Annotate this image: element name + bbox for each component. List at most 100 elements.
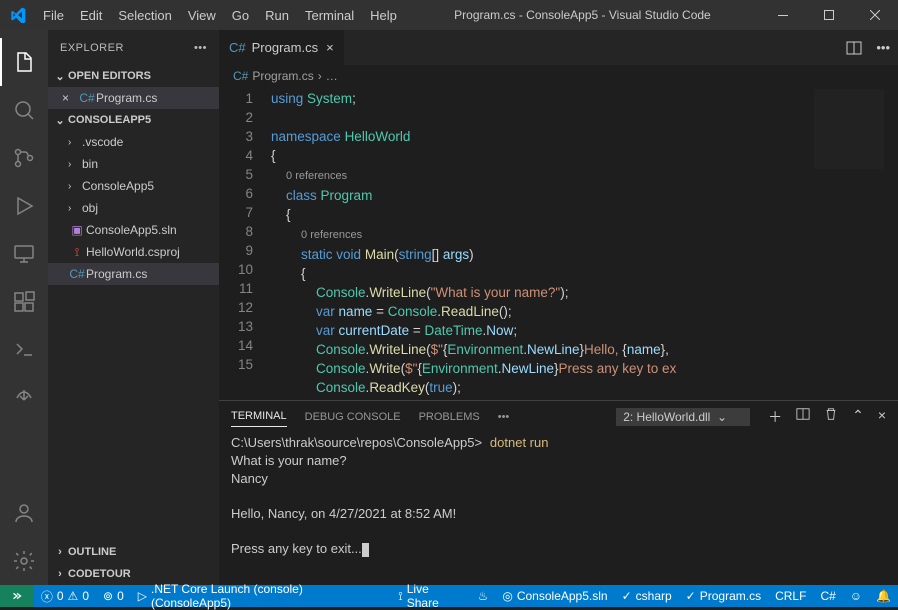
titlebar: File Edit Selection View Go Run Terminal… xyxy=(0,0,898,30)
file-item[interactable]: ⟟HelloWorld.csproj xyxy=(48,241,219,263)
close-icon[interactable]: × xyxy=(326,40,334,55)
language-mode[interactable]: C# xyxy=(813,585,842,607)
editor-area: C# Program.cs × ••• C# Program.cs › … 12… xyxy=(219,30,898,585)
close-panel-icon[interactable]: × xyxy=(878,407,886,427)
terminal-select[interactable]: 2: HelloWorld.dll ⌄ xyxy=(616,408,750,426)
open-editor-item[interactable]: × C# Program.cs xyxy=(48,87,219,109)
lang-server-indicator[interactable]: ✓csharp xyxy=(615,585,679,607)
broadcast-icon: ⟟ xyxy=(398,589,402,604)
chevron-right-icon: › xyxy=(68,203,82,214)
menu-file[interactable]: File xyxy=(35,8,72,23)
remote-explorer-icon[interactable] xyxy=(0,230,48,278)
menu-terminal[interactable]: Terminal xyxy=(297,8,362,23)
bottom-panel: TERMINAL DEBUG CONSOLE PROBLEMS ••• 2: H… xyxy=(219,400,898,585)
eol-indicator[interactable]: CRLF xyxy=(768,585,813,607)
menu-run[interactable]: Run xyxy=(257,8,297,23)
maximize-button[interactable] xyxy=(806,0,852,30)
explorer-sidebar: EXPLORER ••• ⌄OPEN EDITORS × C# Program.… xyxy=(48,30,219,585)
menu-go[interactable]: Go xyxy=(224,8,257,23)
open-editor-name: Program.cs xyxy=(96,91,157,105)
chevron-down-icon: ⌄ xyxy=(52,70,68,83)
csharp-file-icon: C# xyxy=(229,40,246,55)
folder-item[interactable]: ›ConsoleApp5 xyxy=(48,175,219,197)
close-button[interactable] xyxy=(852,0,898,30)
check-icon: ✓ xyxy=(622,589,632,603)
chevron-right-icon: › xyxy=(318,69,322,83)
split-editor-icon[interactable] xyxy=(846,40,862,56)
run-debug-icon[interactable] xyxy=(0,182,48,230)
folder-item[interactable]: ›.vscode xyxy=(48,131,219,153)
live-share[interactable]: ⟟Live Share xyxy=(391,585,470,607)
maximize-panel-icon[interactable]: ⌃ xyxy=(852,407,864,427)
minimap[interactable] xyxy=(814,89,884,169)
terminal-output[interactable]: C:\Users\thrak\source\repos\ConsoleApp5>… xyxy=(219,432,898,585)
problems-indicator[interactable]: ⓧ0⚠0 xyxy=(34,585,96,607)
warning-icon: ⚠ xyxy=(68,589,79,603)
flame-icon: ♨ xyxy=(478,589,489,603)
flame-indicator[interactable]: ♨ xyxy=(471,585,496,607)
split-terminal-icon[interactable] xyxy=(796,407,810,427)
terminal-tab-icon[interactable] xyxy=(0,326,48,374)
account-icon[interactable] xyxy=(0,489,48,537)
breadcrumb[interactable]: C# Program.cs › … xyxy=(219,65,898,87)
csharp-file-icon: C# xyxy=(68,267,86,281)
sln-indicator[interactable]: ◎ConsoleApp5.sln xyxy=(495,585,614,607)
csharp-file-icon: C# xyxy=(78,91,96,105)
file-item[interactable]: ▣ConsoleApp5.sln xyxy=(48,219,219,241)
notifications-icon[interactable]: 🔔 xyxy=(869,585,898,607)
more-icon[interactable]: ••• xyxy=(194,42,207,54)
code-editor[interactable]: 123456789101112131415 using System; name… xyxy=(219,87,898,400)
csproj-file-icon: ⟟ xyxy=(68,245,86,260)
open-editors-section[interactable]: ⌄OPEN EDITORS xyxy=(48,65,219,87)
file-check-indicator[interactable]: ✓Program.cs xyxy=(679,585,768,607)
project-section[interactable]: ⌄CONSOLEAPP5 xyxy=(48,109,219,131)
window-title: Program.cs - ConsoleApp5 - Visual Studio… xyxy=(405,8,760,22)
debug-icon: ▷ xyxy=(138,589,147,603)
check-icon: ✓ xyxy=(686,589,696,603)
target-icon: ◎ xyxy=(502,589,512,603)
chevron-down-icon: ⌄ xyxy=(52,114,68,127)
vscode-logo-icon xyxy=(0,7,35,23)
gear-icon[interactable] xyxy=(0,537,48,585)
error-icon: ⓧ xyxy=(41,588,53,605)
share-icon[interactable] xyxy=(0,374,48,422)
close-icon[interactable]: × xyxy=(62,91,78,105)
chevron-right-icon: › xyxy=(68,181,82,192)
sln-file-icon: ▣ xyxy=(68,223,86,237)
kill-terminal-icon[interactable] xyxy=(824,407,838,427)
remote-indicator[interactable] xyxy=(0,585,34,607)
editor-tabs: C# Program.cs × ••• xyxy=(219,30,898,65)
tab-program-cs[interactable]: C# Program.cs × xyxy=(219,30,345,65)
menu-help[interactable]: Help xyxy=(362,8,405,23)
launch-config[interactable]: ▷.NET Core Launch (console) (ConsoleApp5… xyxy=(131,585,392,607)
source-control-icon[interactable] xyxy=(0,134,48,182)
port-indicator[interactable]: ⊚0 xyxy=(96,585,131,607)
minimize-button[interactable] xyxy=(760,0,806,30)
tab-terminal[interactable]: TERMINAL xyxy=(231,410,287,427)
file-item[interactable]: C#Program.cs xyxy=(48,263,219,285)
csharp-file-icon: C# xyxy=(233,69,248,83)
new-terminal-icon[interactable]: ＋ xyxy=(768,407,782,427)
folder-item[interactable]: ›obj xyxy=(48,197,219,219)
extensions-icon[interactable] xyxy=(0,278,48,326)
menu-bar: File Edit Selection View Go Run Terminal… xyxy=(35,8,405,23)
chevron-right-icon: › xyxy=(52,546,68,558)
chevron-right-icon: › xyxy=(68,159,82,170)
tab-problems[interactable]: PROBLEMS xyxy=(419,411,480,423)
outline-section[interactable]: ›OUTLINE xyxy=(48,541,219,563)
explorer-icon[interactable] xyxy=(0,38,48,86)
menu-view[interactable]: View xyxy=(180,8,224,23)
chevron-right-icon: › xyxy=(52,568,68,580)
more-icon[interactable]: ••• xyxy=(498,411,510,423)
tab-debug-console[interactable]: DEBUG CONSOLE xyxy=(305,411,401,423)
chevron-right-icon: › xyxy=(68,137,82,148)
menu-selection[interactable]: Selection xyxy=(110,8,179,23)
feedback-icon[interactable]: ☺ xyxy=(843,585,869,607)
activity-bar xyxy=(0,30,48,585)
menu-edit[interactable]: Edit xyxy=(72,8,110,23)
radio-icon: ⊚ xyxy=(103,589,113,603)
code-content[interactable]: using System; namespace HelloWorld { 0 r… xyxy=(271,87,898,400)
folder-item[interactable]: ›bin xyxy=(48,153,219,175)
search-icon[interactable] xyxy=(0,86,48,134)
more-icon[interactable]: ••• xyxy=(876,40,890,55)
